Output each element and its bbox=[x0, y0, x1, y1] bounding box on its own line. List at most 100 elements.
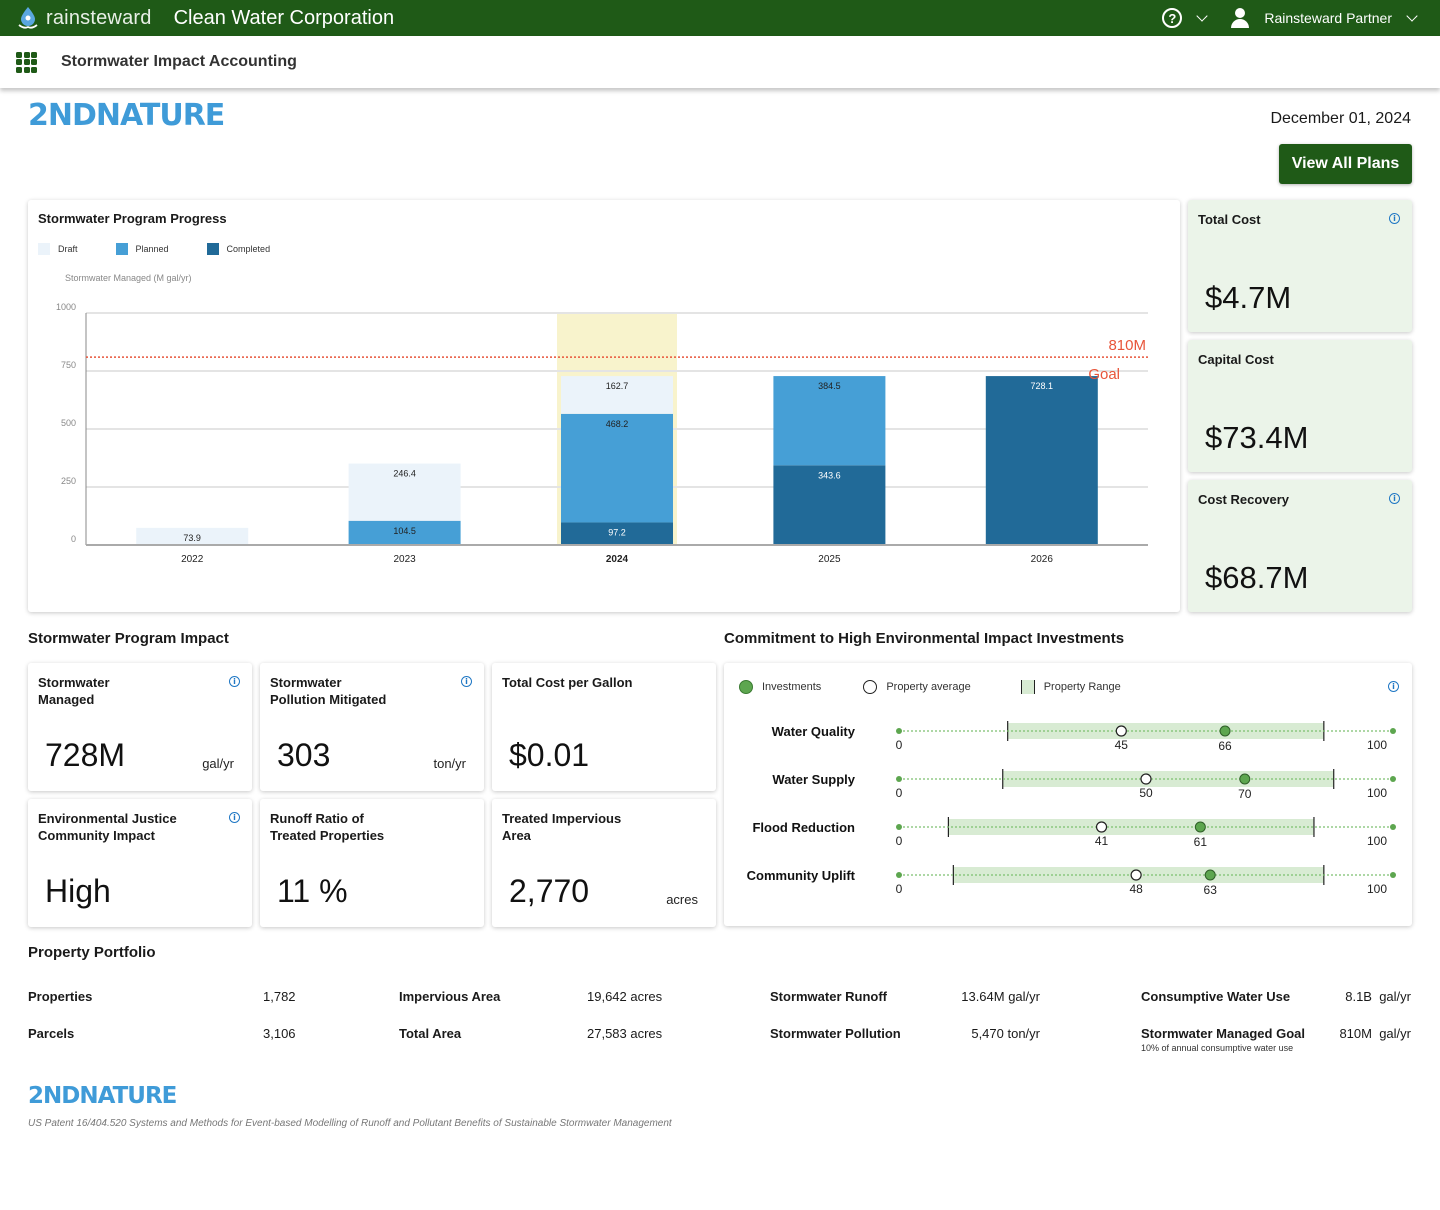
average-value-label: 50 bbox=[1139, 786, 1153, 800]
metric-unit: ton/yr bbox=[433, 756, 466, 771]
card-title: Environmental Justice Community Impact bbox=[38, 810, 177, 844]
scale-max-dot bbox=[1390, 824, 1396, 830]
metric-unit: acres bbox=[666, 892, 698, 907]
title-line: Community Impact bbox=[38, 828, 156, 843]
portfolio-label-managed-goal: Stormwater Managed Goal bbox=[1141, 1026, 1305, 1041]
y-tick-label: 500 bbox=[61, 418, 76, 428]
average-value-label: 45 bbox=[1115, 738, 1129, 752]
question-circle-icon[interactable]: ? bbox=[1162, 8, 1183, 28]
legend-label: Completed bbox=[226, 244, 271, 254]
info-icon[interactable]: i bbox=[229, 676, 240, 687]
grid-apps-icon[interactable] bbox=[16, 51, 37, 73]
investment-marker bbox=[1204, 869, 1216, 881]
x-tick-label: 2022 bbox=[181, 554, 204, 565]
portfolio-label-stormwater-pollution: Stormwater Pollution bbox=[770, 1026, 901, 1041]
scale-max-label: 100 bbox=[1367, 834, 1387, 848]
metric-value: 303 bbox=[277, 737, 331, 773]
scale-max-label: 100 bbox=[1367, 786, 1387, 800]
goal-text-label: Goal bbox=[1088, 366, 1120, 383]
capital-cost-card: Capital Cost $73.4M bbox=[1188, 340, 1412, 472]
portfolio-value-managed-goal: 810M gal/yr bbox=[1339, 1026, 1411, 1041]
user-icon[interactable] bbox=[1230, 8, 1250, 28]
property-average-marker bbox=[1140, 773, 1152, 785]
chevron-down-icon[interactable] bbox=[1406, 10, 1418, 22]
card-title: Runoff Ratio of Treated Properties bbox=[270, 810, 384, 844]
portfolio-value-properties: 1,782 bbox=[263, 989, 296, 1004]
legend-label: Draft bbox=[58, 244, 78, 254]
commitment-card: Investments Property average Property Ra… bbox=[724, 663, 1412, 926]
cost-recovery-card: Cost Recovery i $68.7M bbox=[1188, 480, 1412, 612]
app-title: Stormwater Impact Accounting bbox=[61, 53, 297, 70]
x-tick-label: 2025 bbox=[818, 554, 841, 565]
metric-value: 11 % bbox=[277, 873, 348, 909]
bar-segment-completed bbox=[985, 376, 1098, 545]
scale-max-dot bbox=[1390, 776, 1396, 782]
info-icon[interactable]: i bbox=[1389, 213, 1400, 224]
footer-2ndnature-logo: 2NDNATURE bbox=[28, 1083, 177, 1109]
y-tick-label: 1000 bbox=[56, 302, 76, 312]
x-tick-label: 2026 bbox=[1031, 554, 1054, 565]
title-line: Area bbox=[502, 828, 531, 843]
investment-value-label: 63 bbox=[1204, 883, 1218, 897]
legend-item-draft[interactable]: Draft bbox=[38, 243, 78, 255]
metric-value: $0.01 bbox=[509, 737, 590, 773]
investment-marker bbox=[1219, 725, 1231, 737]
impact-section-title: Stormwater Program Impact bbox=[28, 630, 229, 647]
average-value-label: 48 bbox=[1129, 882, 1143, 896]
impact-range-chart: Water Quality 0 100 45 66 Water Supply 0 100 50 7… bbox=[747, 721, 1396, 897]
y-tick-label: 750 bbox=[61, 360, 76, 370]
bar-segment-planned bbox=[561, 413, 673, 523]
bar-value-label: 104.5 bbox=[393, 526, 416, 536]
title-line: Managed bbox=[38, 692, 95, 707]
impact-row-label: Community Uplift bbox=[747, 868, 856, 883]
cost-recovery-value: $68.7M bbox=[1205, 560, 1309, 595]
info-icon[interactable]: i bbox=[461, 676, 472, 687]
portfolio-label-stormwater-runoff: Stormwater Runoff bbox=[770, 989, 887, 1004]
metric-card-cost-per-gallon: Total Cost per Gallon $0.01 bbox=[492, 663, 716, 791]
goal-value-label: 810M bbox=[1108, 337, 1146, 354]
bar-value-label: 246.4 bbox=[393, 469, 416, 479]
progress-chart: 0 250 500 750 1000 73.9 2022 104.5 246.4 2023 97.2… bbox=[56, 302, 1148, 565]
scale-min-dot bbox=[896, 776, 902, 782]
portfolio-label-total-area: Total Area bbox=[399, 1026, 462, 1041]
portfolio-value-stormwater-pollution: 5,470 ton/yr bbox=[971, 1026, 1040, 1041]
scale-min-dot bbox=[896, 728, 902, 734]
title-line: Treated Impervious bbox=[502, 811, 622, 826]
property-average-marker bbox=[1130, 869, 1142, 881]
chart-legend: Draft Planned Completed bbox=[38, 243, 308, 255]
title-line: Stormwater bbox=[38, 675, 110, 690]
portfolio-label-consumptive-water-use: Consumptive Water Use bbox=[1141, 989, 1291, 1004]
metric-card-stormwater-managed: Stormwater Managed i 728M gal/yr bbox=[28, 663, 252, 791]
title-line: Runoff Ratio of bbox=[270, 811, 364, 826]
info-icon[interactable]: i bbox=[229, 812, 240, 823]
commitment-section-title: Commitment to High Environmental Impact … bbox=[724, 630, 1125, 647]
view-all-plans-button[interactable]: View All Plans bbox=[1279, 144, 1412, 184]
bar-value-label: 728.1 bbox=[1031, 381, 1054, 391]
user-menu[interactable]: Rainsteward Partner bbox=[1264, 10, 1392, 26]
card-title: Cost Recovery bbox=[1198, 492, 1290, 507]
portfolio-label-parcels: Parcels bbox=[28, 1026, 75, 1041]
portfolio-label-impervious-area: Impervious Area bbox=[399, 989, 501, 1004]
x-tick-label: 2024 bbox=[606, 554, 629, 565]
investment-value-label: 70 bbox=[1238, 787, 1252, 801]
card-title: Stormwater Managed bbox=[38, 674, 110, 708]
scale-max-dot bbox=[1390, 872, 1396, 878]
scale-max-dot bbox=[1390, 728, 1396, 734]
investment-value-label: 66 bbox=[1218, 739, 1232, 753]
bar-value-label: 384.5 bbox=[818, 381, 841, 391]
card-title: Total Cost per Gallon bbox=[502, 674, 633, 691]
legend-item-completed[interactable]: Completed bbox=[206, 243, 271, 255]
investment-marker bbox=[1194, 821, 1206, 833]
top-nav-bar: rainsteward Clean Water Corporation ? Ra… bbox=[0, 0, 1440, 36]
legend-item-planned[interactable]: Planned bbox=[115, 243, 169, 255]
impact-row-label: Water Quality bbox=[772, 724, 856, 739]
metric-card-runoff-ratio: Runoff Ratio of Treated Properties 11 % bbox=[260, 799, 484, 927]
impact-row-label: Water Supply bbox=[772, 772, 855, 787]
total-cost-card: Total Cost i $4.7M bbox=[1188, 200, 1412, 332]
info-icon[interactable]: i bbox=[1389, 493, 1400, 504]
chevron-down-icon[interactable] bbox=[1196, 10, 1209, 22]
brand[interactable]: rainsteward bbox=[18, 6, 152, 30]
program-progress-chart-card: 0 250 500 750 1000 73.9 2022 104.5 246.4 2023 97.2… bbox=[28, 200, 1180, 612]
investment-value-label: 61 bbox=[1194, 835, 1208, 849]
bar-value-label: 97.2 bbox=[608, 527, 626, 537]
